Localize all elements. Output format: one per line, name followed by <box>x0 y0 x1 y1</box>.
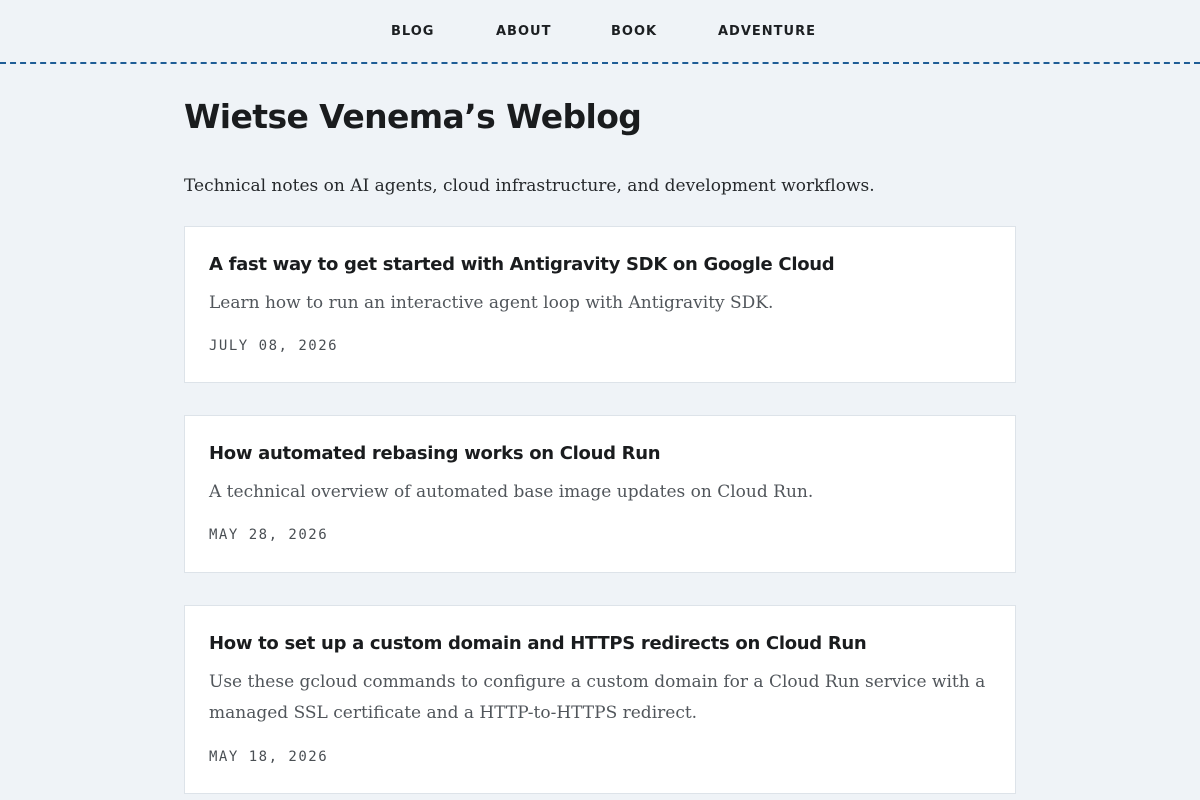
page-subtitle: Technical notes on AI agents, cloud infr… <box>184 176 875 196</box>
post-card[interactable]: A fast way to get started with Antigravi… <box>184 226 1016 383</box>
top-navigation: BLOG ABOUT BOOK ADVENTURE <box>0 0 1200 64</box>
post-date: MAY 18, 2026 <box>209 749 329 765</box>
post-summary: Use these gcloud commands to configure a… <box>209 672 986 723</box>
nav-link-adventure[interactable]: ADVENTURE <box>718 24 816 40</box>
post-date: MAY 28, 2026 <box>209 527 329 543</box>
post-card[interactable]: How to set up a custom domain and HTTPS … <box>184 605 1016 794</box>
post-summary: Learn how to run an interactive agent lo… <box>209 293 774 313</box>
page-title: Wietse Venema’s Weblog <box>184 97 642 136</box>
nav-link-about[interactable]: ABOUT <box>496 24 551 40</box>
post-card[interactable]: How automated rebasing works on Cloud Ru… <box>184 415 1016 573</box>
post-summary: A technical overview of automated base i… <box>209 482 814 502</box>
post-date: JULY 08, 2026 <box>209 338 339 354</box>
nav-link-blog[interactable]: BLOG <box>391 24 434 40</box>
post-title[interactable]: How to set up a custom domain and HTTPS … <box>209 632 867 656</box>
post-title[interactable]: A fast way to get started with Antigravi… <box>209 253 835 277</box>
nav-link-book[interactable]: BOOK <box>611 24 657 40</box>
post-title[interactable]: How automated rebasing works on Cloud Ru… <box>209 442 661 466</box>
